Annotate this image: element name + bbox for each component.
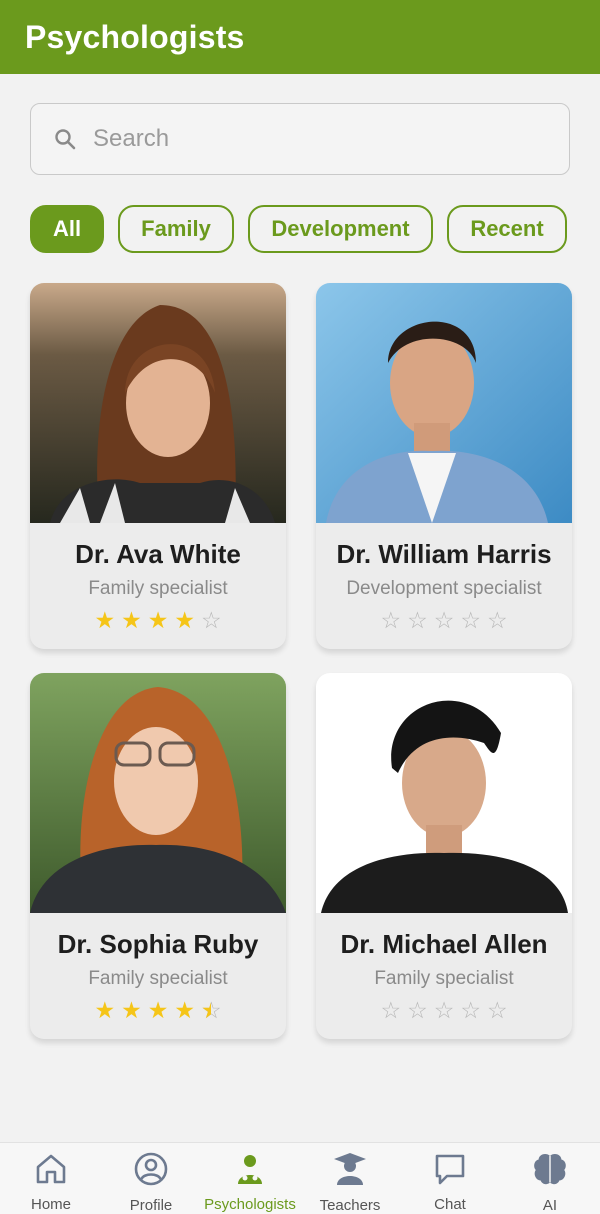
nav-label: Teachers <box>319 1197 381 1214</box>
nav-label: Home <box>30 1196 71 1213</box>
star-empty-icon: ☆ <box>460 607 481 633</box>
star-empty-icon: ☆ <box>380 607 402 633</box>
star-empty-icon: ☆ <box>460 997 481 1023</box>
star-filled-icon: ★ <box>121 607 142 633</box>
psychologist-card[interactable]: Dr. Michael Allen Family specialist ☆ ☆ … <box>316 673 572 1039</box>
star-empty-icon: ☆ <box>200 607 222 633</box>
psychologist-specialty: Development specialist <box>346 578 542 599</box>
nav-item-chat[interactable]: Chat <box>400 1151 500 1213</box>
rating-stars: ☆ ☆ ☆ ☆ ☆ <box>316 606 572 634</box>
nav-item-ai[interactable]: AI <box>500 1151 600 1214</box>
star-filled-icon: ★ <box>94 997 116 1023</box>
nav-item-psychologists[interactable]: Psychologists <box>200 1151 300 1213</box>
app-bar: Psychologists <box>0 0 600 74</box>
star-filled-icon: ★ <box>174 997 195 1023</box>
nav-label: Psychologists <box>204 1196 296 1213</box>
search-bar[interactable] <box>30 103 570 175</box>
psychologist-photo <box>30 673 286 913</box>
psychologist-name: Dr. Ava White <box>75 539 241 569</box>
profile-icon <box>133 1151 169 1187</box>
psychologist-photo <box>316 673 572 913</box>
bottom-nav: Home Profile Psychologists Teachers Chat… <box>0 1142 600 1214</box>
psychologist-specialty: Family specialist <box>88 968 228 989</box>
search-input[interactable] <box>93 125 533 153</box>
psychologist-photo <box>316 283 572 523</box>
brain-icon <box>532 1151 568 1187</box>
star-empty-icon: ☆ <box>407 607 428 633</box>
rating-stars: ★ ★ ★ ★ ☆ <box>30 606 286 634</box>
psychologist-card[interactable]: Dr. Ava White Family specialist ★ ★ ★ ★ … <box>30 283 286 649</box>
psychologist-card[interactable]: Dr. Sophia Ruby Family specialist ★ ★ ★ … <box>30 673 286 1039</box>
rating-stars: ★ ★ ★ ★ ☆ <box>30 996 286 1024</box>
star-empty-icon: ☆ <box>380 997 402 1023</box>
psychologist-name: Dr. Michael Allen <box>340 929 548 959</box>
star-filled-icon: ★ <box>121 997 142 1023</box>
nav-label: AI <box>542 1197 558 1214</box>
star-filled-icon: ★ <box>174 607 195 633</box>
star-empty-icon: ☆ <box>433 997 455 1023</box>
page-title: Psychologists <box>25 18 245 55</box>
star-empty-icon: ☆ <box>407 997 428 1023</box>
star-filled-icon: ★ <box>94 607 116 633</box>
nav-item-home[interactable]: Home <box>1 1151 101 1213</box>
rating-stars: ☆ ☆ ☆ ☆ ☆ <box>316 996 572 1024</box>
psychologist-icon <box>232 1151 268 1186</box>
nav-item-teachers[interactable]: Teachers <box>300 1151 400 1214</box>
chat-icon <box>432 1151 468 1186</box>
filter-chip-development[interactable]: Development <box>248 205 433 253</box>
psychologist-specialty: Family specialist <box>374 968 514 989</box>
teacher-icon <box>332 1151 368 1187</box>
star-filled-icon: ★ <box>147 607 169 633</box>
psychologist-photo <box>30 283 286 523</box>
star-filled-icon: ★ <box>147 997 169 1023</box>
star-empty-icon: ☆ <box>486 607 508 633</box>
nav-label: Profile <box>129 1197 173 1214</box>
star-empty-icon: ☆ <box>433 607 455 633</box>
filter-chip-family[interactable]: Family <box>118 205 234 253</box>
psychologist-specialty: Family specialist <box>88 578 228 599</box>
nav-item-profile[interactable]: Profile <box>101 1151 201 1214</box>
psychologist-name: Dr. William Harris <box>336 539 552 569</box>
filter-chip-recent[interactable]: Recent <box>447 205 567 253</box>
star-empty-icon: ☆ <box>486 997 508 1023</box>
filter-chips: All Family Development Recent <box>30 205 567 253</box>
psychologist-name: Dr. Sophia Ruby <box>57 929 259 959</box>
filter-chip-all[interactable]: All <box>30 205 104 253</box>
star-half-icon: ☆ <box>201 996 222 1024</box>
search-icon <box>53 126 79 152</box>
home-icon <box>33 1151 69 1186</box>
psychologist-card[interactable]: Dr. William Harris Development specialis… <box>316 283 572 649</box>
nav-label: Chat <box>434 1196 466 1213</box>
